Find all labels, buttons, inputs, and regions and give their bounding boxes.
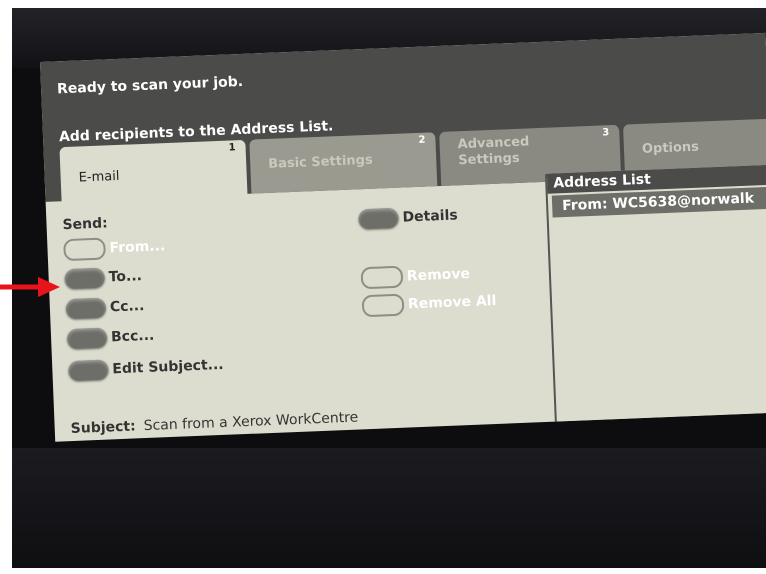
tab-label: E-mail	[78, 168, 120, 186]
tab-number: 1	[228, 142, 236, 154]
send-label: Send:	[62, 215, 109, 234]
address-list-panel: Address List From: WC5638@norwalk	[544, 164, 766, 422]
touch-screen: Ready to scan your job. Add recipients t…	[40, 32, 766, 442]
bcc-button[interactable]: Bcc...	[66, 326, 155, 350]
remove-button-label: Remove	[406, 265, 471, 285]
subject-label: Subject:	[70, 418, 136, 438]
remove-button-pill[interactable]	[360, 265, 404, 290]
cc-button[interactable]: Cc...	[65, 296, 145, 320]
from-button-label: From...	[109, 238, 166, 257]
arrow-icon	[0, 277, 60, 297]
remove-all-button-label: Remove All	[407, 292, 497, 313]
details-button-label: Details	[402, 207, 458, 226]
edit-subject-button-label: Edit Subject...	[112, 356, 224, 378]
from-button-pill[interactable]	[63, 237, 106, 262]
edit-subject-button-pill[interactable]	[68, 359, 109, 382]
remove-button[interactable]: Remove	[360, 263, 471, 290]
cc-button-pill[interactable]	[65, 297, 107, 320]
tab-number: 3	[602, 127, 610, 139]
details-button-pill[interactable]	[358, 207, 399, 230]
to-button-pill[interactable]	[64, 267, 106, 290]
device-lower-bezel	[12, 448, 766, 568]
remove-all-button-pill[interactable]	[361, 293, 405, 318]
to-button[interactable]: To...	[64, 266, 143, 290]
tab-label: Advanced Settings	[457, 134, 530, 169]
subject-value: Scan from a Xerox WorkCentre	[143, 409, 359, 435]
status-message: Ready to scan your job.	[56, 73, 244, 98]
to-button-label: To...	[108, 268, 143, 286]
from-button[interactable]: From...	[63, 235, 166, 262]
tab-number: 2	[418, 134, 426, 146]
tab-label: Options	[641, 139, 700, 157]
edit-subject-button[interactable]: Edit Subject...	[68, 355, 224, 382]
bcc-button-label: Bcc...	[110, 327, 155, 346]
tab-basic-settings[interactable]: 2 Basic Settings	[249, 132, 438, 194]
remove-all-button[interactable]: Remove All	[361, 290, 497, 318]
tab-label: Basic Settings	[267, 152, 373, 172]
bcc-button-pill[interactable]	[66, 327, 108, 350]
details-button[interactable]: Details	[358, 205, 458, 230]
tab-email[interactable]: 1 E-mail	[59, 139, 248, 208]
cc-button-label: Cc...	[109, 298, 145, 316]
